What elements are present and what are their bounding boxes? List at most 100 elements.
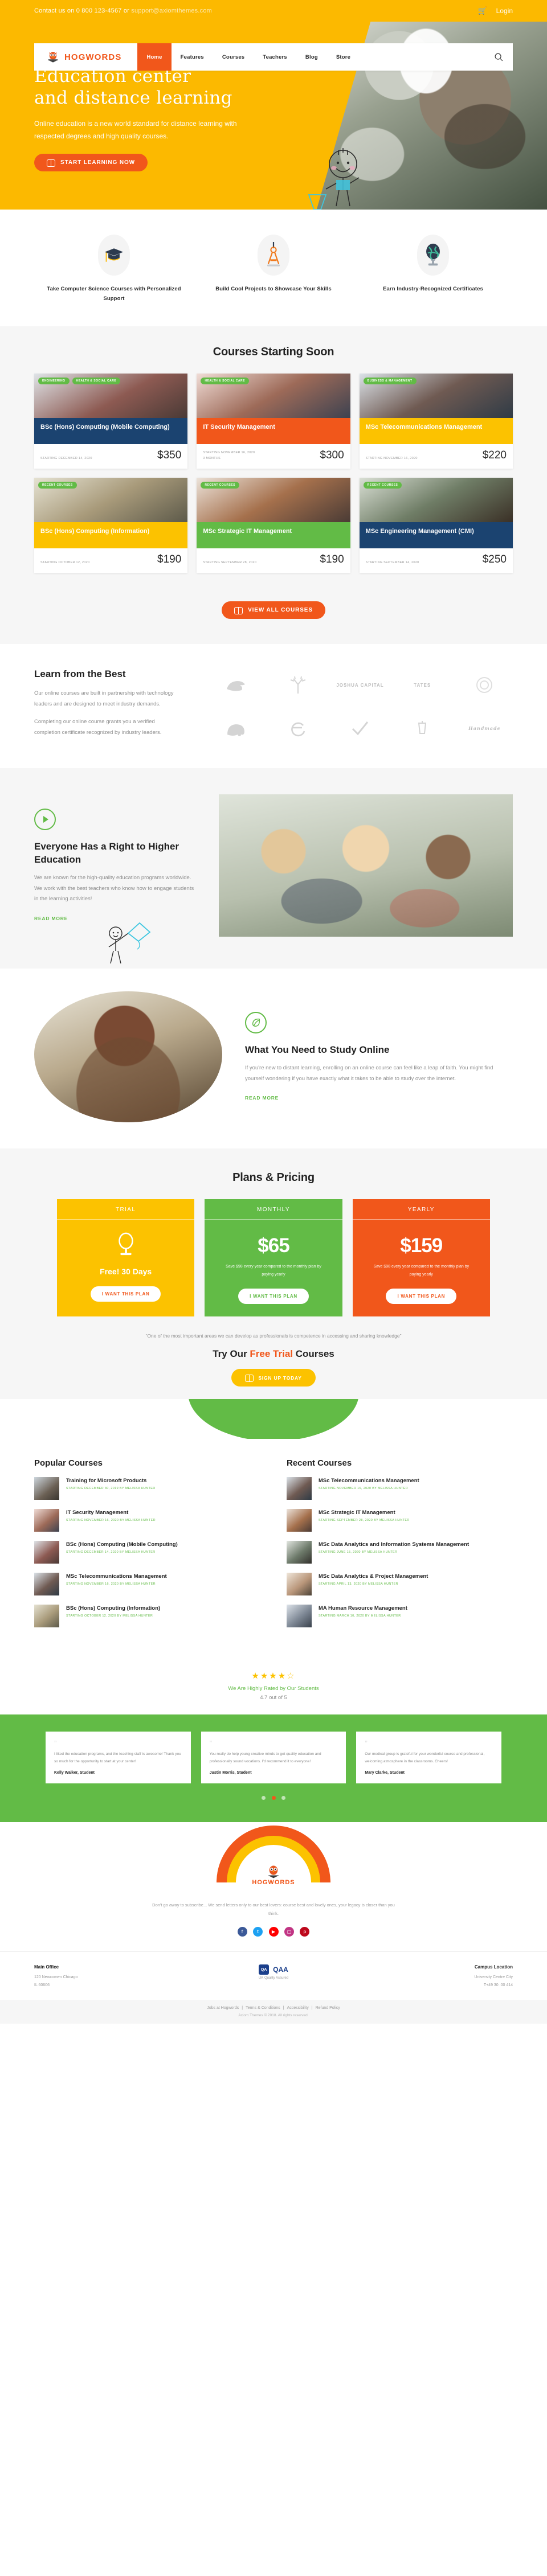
plan-button-monthly[interactable]: I WANT THIS PLAN <box>238 1289 309 1304</box>
course-card[interactable]: RECENT COURSES BSc (Hons) Computing (Inf… <box>34 478 188 573</box>
list-item[interactable]: MSc Data Analytics & Project Management S… <box>287 1573 513 1596</box>
sign-up-today-button[interactable]: SIGN UP TODAY <box>231 1369 316 1387</box>
pinterest-icon[interactable]: p <box>300 1927 310 1937</box>
course-card[interactable]: RECENT COURSES MSc Strategic IT Manageme… <box>197 478 350 573</box>
list-item-thumb <box>34 1605 59 1628</box>
nav-item-blog[interactable]: Blog <box>296 43 327 71</box>
course-tag[interactable]: ENGINEERING <box>38 378 70 385</box>
course-price: $300 <box>320 449 344 462</box>
course-tag[interactable]: RECENT COURSES <box>363 482 402 489</box>
pricing-title: Plans & Pricing <box>232 1171 315 1184</box>
courses-starting-soon-section: Courses Starting Soon ENGINEERING HEALTH… <box>0 326 547 645</box>
course-tag[interactable]: BUSINESS & MANAGEMENT <box>363 378 417 385</box>
list-item[interactable]: Training for Microsoft Products STARTING … <box>34 1477 260 1500</box>
course-start-date: STARTING DECEMBER 14, 2020 <box>40 457 92 461</box>
footer-link-jobs[interactable]: Jobs at Hogwords <box>207 2006 239 2010</box>
recent-courses-title: Recent Courses <box>287 1458 352 1469</box>
list-item[interactable]: MSc Data Analytics and Information Syste… <box>287 1541 513 1564</box>
carousel-dot[interactable] <box>281 1796 285 1800</box>
course-card[interactable]: HEALTH & SOCIAL CARE IT Security Managem… <box>197 374 350 469</box>
footer-link-terms[interactable]: Terms & Conditions <box>246 2006 280 2010</box>
course-start-date: STARTING SEPTEMBER 28, 2020 <box>203 561 257 565</box>
carousel-dot-active[interactable] <box>271 1796 276 1800</box>
nav-item-teachers[interactable]: Teachers <box>254 43 296 71</box>
feature-item[interactable]: Take Computer Science Courses with Perso… <box>34 235 194 303</box>
course-title: IT Security Management <box>197 418 350 445</box>
course-title: MSc Strategic IT Management <box>197 522 350 549</box>
plan-button-yearly[interactable]: I WANT THIS PLAN <box>386 1289 457 1304</box>
footer-right-address: University Centre City T+49 30 .00 414 <box>474 1975 513 1988</box>
learn-heading: Learn from the Best <box>34 668 126 680</box>
course-title: BSc (Hons) Computing (Mobile Computing) <box>34 418 188 445</box>
list-item[interactable]: IT Security Management STARTING NOVEMBER … <box>34 1509 260 1532</box>
brand[interactable]: HOGWORDS <box>34 43 134 71</box>
study-online-heading: What You Need to Study Online <box>245 1044 390 1055</box>
list-item[interactable]: MA Human Resource Management STARTING MAR… <box>287 1605 513 1628</box>
twitter-icon[interactable]: t <box>253 1927 263 1937</box>
course-tag[interactable]: RECENT COURSES <box>38 482 77 489</box>
facebook-icon[interactable]: f <box>237 1927 247 1937</box>
course-tag[interactable]: RECENT COURSES <box>201 482 240 489</box>
start-learning-button[interactable]: START LEARNING NOW <box>34 154 148 171</box>
list-item-meta: STARTING MARCH 10, 2020 BY MELISSA HUNTE… <box>319 1614 401 1618</box>
course-tag[interactable]: HEALTH & SOCIAL CARE <box>72 378 121 385</box>
list-item-meta: STARTING SEPTEMBER 28, 2020 BY MELISSA H… <box>319 1519 410 1523</box>
play-circle-icon[interactable] <box>34 809 56 831</box>
list-item[interactable]: MSc Telecommunications Management STARTIN… <box>34 1573 260 1596</box>
nav-item-store[interactable]: Store <box>327 43 360 71</box>
rating-section: ★★★★☆ We Are Highly Rated by Our Student… <box>0 1658 547 1715</box>
brand-arch: HOGWORDS <box>217 1826 330 1893</box>
login-link[interactable]: Login <box>496 7 513 15</box>
course-start-date: STARTING NOVEMBER 16, 2020 <box>365 457 418 461</box>
course-start-date: STARTING OCTOBER 12, 2020 <box>40 561 90 565</box>
list-item-title: MSc Data Analytics and Information Syste… <box>319 1541 470 1548</box>
star-rating-icon: ★★★★☆ <box>251 1671 296 1681</box>
course-card[interactable]: BUSINESS & MANAGEMENT MSc Telecommunicat… <box>359 374 513 469</box>
support-email-link[interactable]: support@axiomthemes.com <box>131 7 212 14</box>
testimonial-role: Student <box>79 1771 95 1775</box>
nav-item-home[interactable]: Home <box>137 43 172 71</box>
footer-qaa: QA QAA UK Quality Assured <box>194 1964 353 1980</box>
plan-button-trial[interactable]: I WANT THIS PLAN <box>90 1286 161 1302</box>
rte-read-more-link[interactable]: READ MORE <box>34 916 68 921</box>
feature-item[interactable]: Earn Industry-Recognized Certificates <box>353 235 513 303</box>
list-item[interactable]: MSc Telecommunications Management STARTIN… <box>287 1477 513 1500</box>
check-mark-logo-icon <box>332 716 388 741</box>
course-card[interactable]: ENGINEERING HEALTH & SOCIAL CARE BSc (Ho… <box>34 374 188 469</box>
cart-icon[interactable]: 🛒 <box>477 6 487 15</box>
handmade-script-logo-icon: Handmade <box>456 716 513 741</box>
seal-badge-logo-icon <box>456 672 513 698</box>
plan-name: YEARLY <box>352 1199 490 1220</box>
try-suffix: Courses <box>293 1348 334 1360</box>
view-all-courses-button[interactable]: VIEW ALL COURSES <box>222 601 325 620</box>
carousel-dot[interactable] <box>262 1796 266 1800</box>
footer-link-accessibility[interactable]: Accessibility <box>287 2006 309 2010</box>
list-item-thumb <box>287 1477 312 1500</box>
footer-copyright: Axiom Themes © 2018. All rights reserved… <box>238 2013 309 2018</box>
nav-item-courses[interactable]: Courses <box>213 43 254 71</box>
course-tags: RECENT COURSES <box>363 482 402 489</box>
search-button[interactable] <box>485 43 513 71</box>
deer-antler-logo-icon <box>270 672 326 698</box>
list-item-title: Training for Microsoft Products <box>66 1478 147 1484</box>
plan-note: Save $98 every year compared to the mont… <box>226 1265 321 1277</box>
list-item[interactable]: BSc (Hons) Computing (Information) STARTI… <box>34 1605 260 1628</box>
study-online-read-more-link[interactable]: READ MORE <box>245 1095 279 1101</box>
list-item-title: MSc Data Analytics & Project Management <box>319 1573 428 1580</box>
feature-item[interactable]: Build Cool Projects to Showcase Your Ski… <box>194 235 353 303</box>
list-item-thumb <box>287 1541 312 1564</box>
subscribe-brand: HOGWORDS <box>252 1879 295 1886</box>
list-item[interactable]: BSc (Hons) Computing (Mobile Computing) S… <box>34 1541 260 1564</box>
testimonial-author: Kelly Walker, Student <box>54 1771 95 1775</box>
list-item-thumb <box>287 1605 312 1628</box>
course-tag[interactable]: HEALTH & SOCIAL CARE <box>201 378 249 385</box>
course-card[interactable]: RECENT COURSES MSc Engineering Managemen… <box>359 478 513 573</box>
feature-label: Build Cool Projects to Showcase Your Ski… <box>215 286 332 292</box>
list-item[interactable]: MSc Strategic IT Management STARTING SEPT… <box>287 1509 513 1532</box>
nav-item-features[interactable]: Features <box>172 43 213 71</box>
instagram-icon[interactable]: ▢ <box>284 1927 294 1937</box>
globe-outline-icon <box>57 1220 194 1264</box>
course-price: $350 <box>157 449 182 462</box>
youtube-icon[interactable]: ▶ <box>268 1927 279 1937</box>
footer-link-refund[interactable]: Refund Policy <box>316 2006 340 2010</box>
